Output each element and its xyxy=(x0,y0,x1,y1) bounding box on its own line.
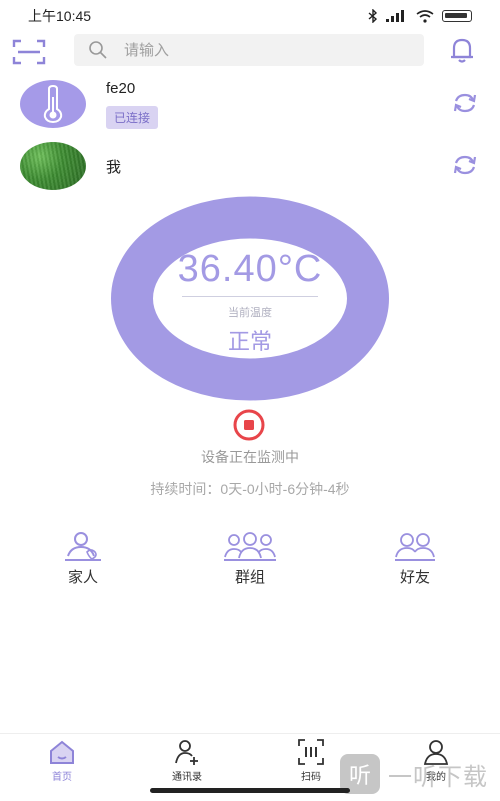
nav-label-scan: 扫码 xyxy=(301,772,321,783)
contact-item-self[interactable]: 我 xyxy=(0,138,500,198)
contact-item-device[interactable]: fe20 已连接 xyxy=(0,76,500,136)
watermark-text: 一听下载 xyxy=(388,763,488,791)
home-icon xyxy=(50,740,74,764)
stop-monitoring-button[interactable] xyxy=(232,408,266,442)
nav-item-scan[interactable]: 扫码 xyxy=(276,738,346,783)
family-label: 家人 xyxy=(67,569,98,586)
battery-icon xyxy=(442,10,472,22)
top-bar xyxy=(0,32,500,72)
nav-label-home: 首页 xyxy=(52,772,72,783)
user-avatar xyxy=(20,142,86,190)
temperature-label: 当前温度 xyxy=(228,307,272,319)
group-icon xyxy=(224,532,276,561)
monitor-status-text: 设备正在监测中 xyxy=(201,449,299,465)
scan-icon[interactable] xyxy=(12,38,46,66)
friends-button[interactable]: 好友 xyxy=(360,530,470,590)
temperature-ring xyxy=(111,196,389,401)
nav-label-contacts: 通讯录 xyxy=(172,772,202,783)
friends-icon xyxy=(395,533,435,561)
nav-item-home[interactable]: 首页 xyxy=(27,738,97,783)
bell-icon[interactable] xyxy=(446,34,478,66)
search-icon xyxy=(89,41,107,59)
temperature-status: 正常 xyxy=(227,329,272,354)
divider xyxy=(182,296,318,297)
monitor-duration-text: 持续时间：0天-0小时-6分钟-4秒 xyxy=(150,481,350,497)
temperature-unit: °C xyxy=(277,248,323,290)
thermometer-avatar xyxy=(20,80,86,128)
refresh-icon[interactable] xyxy=(452,92,478,114)
refresh-icon[interactable] xyxy=(452,154,478,176)
status-icons xyxy=(368,9,472,23)
home-indicator[interactable] xyxy=(150,788,350,793)
temperature-gauge: 36.40°C 当前温度 正常 xyxy=(110,196,390,401)
bluetooth-icon xyxy=(368,9,378,23)
family-button[interactable]: 家人 xyxy=(28,530,138,590)
search-input[interactable] xyxy=(122,40,406,60)
contact-name: fe20 xyxy=(106,80,136,97)
signal-icon xyxy=(386,10,404,22)
nav-item-contacts[interactable]: 通讯录 xyxy=(152,738,222,783)
friends-label: 好友 xyxy=(399,569,430,586)
watermark: 听 一听下载 xyxy=(340,752,498,796)
wifi-icon xyxy=(416,9,434,23)
group-label: 群组 xyxy=(234,569,265,586)
connection-status-badge: 已连接 xyxy=(106,106,159,129)
temperature-number: 36.40 xyxy=(177,248,278,290)
contact-name: 我 xyxy=(106,159,122,176)
thermometer-icon xyxy=(43,85,63,123)
contacts-icon xyxy=(175,740,198,765)
family-icon xyxy=(65,532,101,561)
search-box[interactable] xyxy=(74,34,424,66)
temperature-value: 36.40°C xyxy=(110,248,390,291)
scan-icon xyxy=(298,739,324,765)
status-bar: 上午10:45 xyxy=(0,0,500,32)
group-button[interactable]: 群组 xyxy=(195,530,305,590)
status-time: 上午10:45 xyxy=(28,8,92,24)
